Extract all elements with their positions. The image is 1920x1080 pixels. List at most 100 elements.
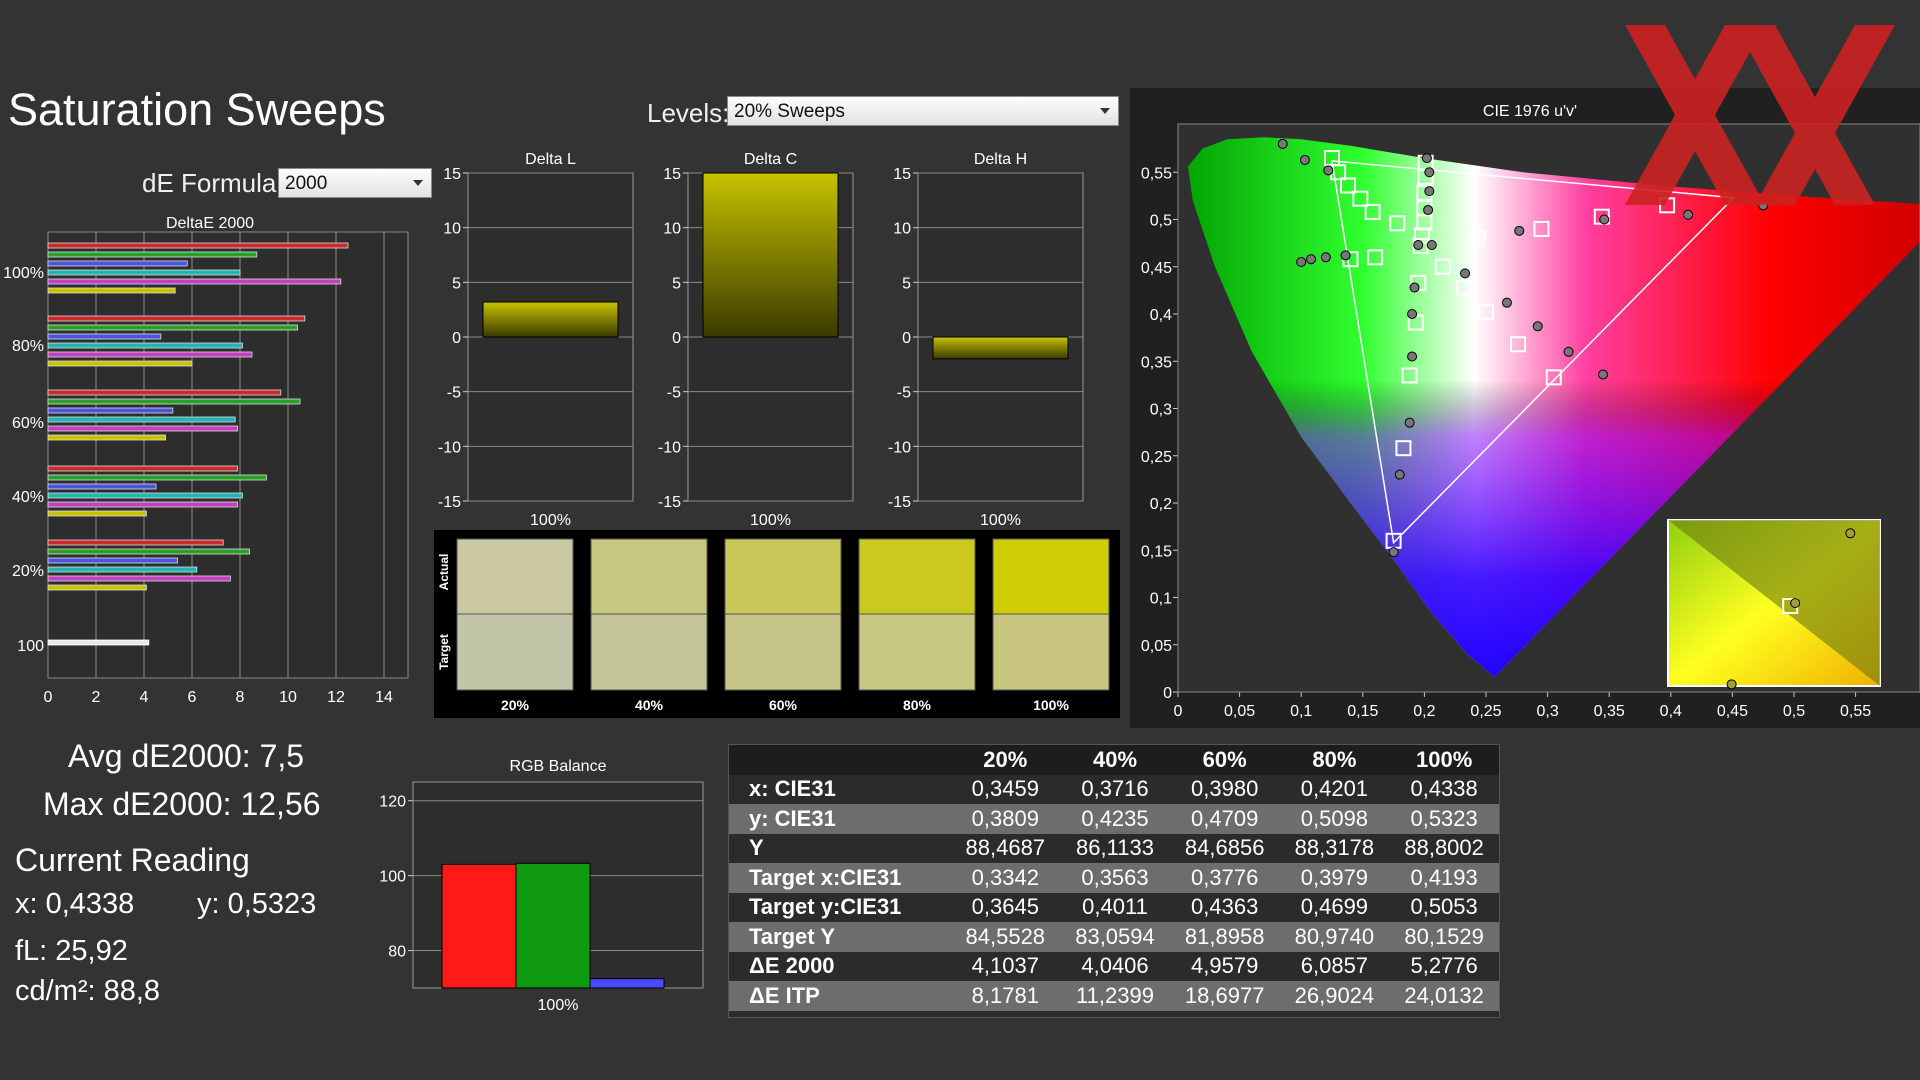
- rgb-balance-chart: RGB Balance 120 100 80 100%: [379, 758, 704, 1014]
- swatch-target: [992, 613, 1110, 691]
- swatch-panel: 20% 40% 60% 80% 100% Actual Target: [434, 530, 1120, 718]
- x-tick-label: 14: [375, 689, 393, 706]
- swatch-label: 100%: [1033, 697, 1069, 713]
- swatch-target: [724, 613, 842, 691]
- category-label: 100%: [530, 512, 571, 529]
- y-tick-label: 0: [452, 330, 461, 347]
- measured-point: [1388, 547, 1399, 558]
- swatch-actual: [724, 538, 842, 615]
- x-tick-label: 0,55: [1840, 703, 1871, 720]
- y-tick-label: 0: [672, 330, 681, 347]
- x-tick-label: 0,4: [1660, 703, 1682, 720]
- table-cell: 86,1133: [1076, 835, 1154, 861]
- category-label: 100%: [980, 512, 1021, 529]
- bar: [47, 242, 349, 249]
- table-cell: 84,6856: [1184, 835, 1265, 861]
- bar: [47, 465, 239, 472]
- bar: [47, 434, 166, 441]
- swatch-label: 80%: [903, 697, 932, 713]
- table-cell: 0,3776: [1191, 864, 1259, 890]
- bar-white: [47, 639, 150, 646]
- y-tick-label: 0,35: [1141, 354, 1172, 371]
- x-tick-label: 0,45: [1717, 703, 1748, 720]
- page-title: Saturation Sweeps: [8, 84, 386, 135]
- bar: [47, 416, 236, 423]
- inset-measured-point: [1845, 528, 1856, 539]
- bar: [932, 336, 1069, 360]
- bar: [47, 483, 157, 490]
- table-cell: 80,9740: [1294, 923, 1375, 949]
- de-formula-select[interactable]: 2000: [278, 168, 432, 198]
- bar: [47, 333, 162, 340]
- chart-title: CIE 1976 u'v': [1483, 103, 1577, 120]
- x-tick-label: 0: [1174, 703, 1183, 720]
- table-cell: 0,4363: [1191, 894, 1259, 920]
- table-cell: 11,2399: [1076, 982, 1154, 1008]
- table-row: Target Y 84,5528 83,0594 81,8958 80,9740 80,1…: [729, 922, 1499, 952]
- measured-point: [1394, 469, 1405, 480]
- column-header: 80%: [1312, 746, 1357, 772]
- y-tick-label: 15: [443, 166, 461, 183]
- table-row: Target x:CIE31 0,3342 0,3563 0,3776 0,3979 0,…: [729, 863, 1499, 893]
- measured-point: [1413, 240, 1424, 251]
- x-tick-label: 0,15: [1347, 703, 1378, 720]
- measured-point: [1599, 214, 1610, 225]
- inset-measured-point: [1790, 598, 1801, 608]
- measured-point: [1299, 154, 1310, 165]
- measured-point: [1424, 167, 1435, 178]
- row-label: Y: [749, 835, 764, 861]
- watermark-logo: [1625, 25, 1895, 205]
- category-label: 40%: [12, 489, 44, 506]
- table-cell: 4,0406: [1081, 953, 1149, 979]
- column-header: [729, 745, 950, 775]
- y-tick-label: -5: [447, 385, 461, 402]
- column-header: 100%: [1415, 746, 1473, 772]
- table-cell: 0,3979: [1300, 864, 1369, 890]
- table-row: ΔE 2000 4,1037 4,0406 4,9579 6,0857 5,2776: [729, 951, 1499, 981]
- table-cell: 0,4011: [1082, 894, 1148, 920]
- category-label: 100%: [3, 265, 44, 282]
- table-cell: 83,0594: [1075, 923, 1155, 949]
- table-cell: 88,4687: [965, 835, 1046, 861]
- measured-point: [1423, 205, 1434, 216]
- category-label: 60%: [12, 415, 44, 432]
- x-tick-label: 0: [44, 689, 53, 706]
- swatch-target: [858, 613, 976, 691]
- table-cell: 0,3563: [1081, 864, 1149, 890]
- bar: [47, 315, 306, 322]
- measured-point: [1563, 346, 1574, 357]
- y-tick-label: 0: [1163, 685, 1172, 702]
- bar: [47, 575, 231, 582]
- measured-point: [1407, 309, 1418, 319]
- y-tick-label: 10: [663, 221, 681, 238]
- category-label: 100: [17, 638, 44, 655]
- measured-point: [1514, 225, 1525, 236]
- x-tick-label: 0,25: [1470, 703, 1501, 720]
- levels-select[interactable]: 20% Sweeps: [727, 96, 1119, 126]
- y-tick-label: 120: [379, 794, 406, 811]
- swatch-actual: [992, 538, 1110, 615]
- bar: [47, 260, 188, 267]
- y-tick-label: 0: [902, 330, 911, 347]
- measured-point: [1340, 250, 1351, 261]
- table-cell: 0,4201: [1300, 776, 1369, 802]
- data-table: 20% 40% 60% 80% 100% x: CIE31 0,3459 0,3716 0,39…: [729, 745, 1499, 1011]
- x-tick-label: 0,2: [1413, 703, 1435, 720]
- y-tick-label: -5: [897, 385, 911, 402]
- x-tick-label: 0,35: [1594, 703, 1625, 720]
- table-cell: 0,4235: [1081, 805, 1149, 831]
- y-tick-label: 0,55: [1141, 165, 1172, 182]
- data-table-panel: 20% 40% 60% 80% 100% x: CIE31 0,3459 0,3716 0,39…: [728, 744, 1500, 1018]
- y-tick-label: 15: [663, 166, 681, 183]
- bar: [47, 342, 243, 349]
- table-cell: 88,3178: [1294, 835, 1375, 861]
- y-tick-label: -10: [438, 439, 461, 456]
- bar: [702, 172, 839, 338]
- measured-point: [1320, 252, 1331, 263]
- current-cdm2-text: cd/m²: 88,8: [15, 975, 161, 1007]
- bar: [47, 398, 301, 405]
- y-tick-label: 0,15: [1141, 543, 1172, 560]
- y-tick-label: -10: [658, 439, 681, 456]
- y-tick-label: -10: [888, 439, 911, 456]
- table-cell: 24,0132: [1404, 982, 1484, 1008]
